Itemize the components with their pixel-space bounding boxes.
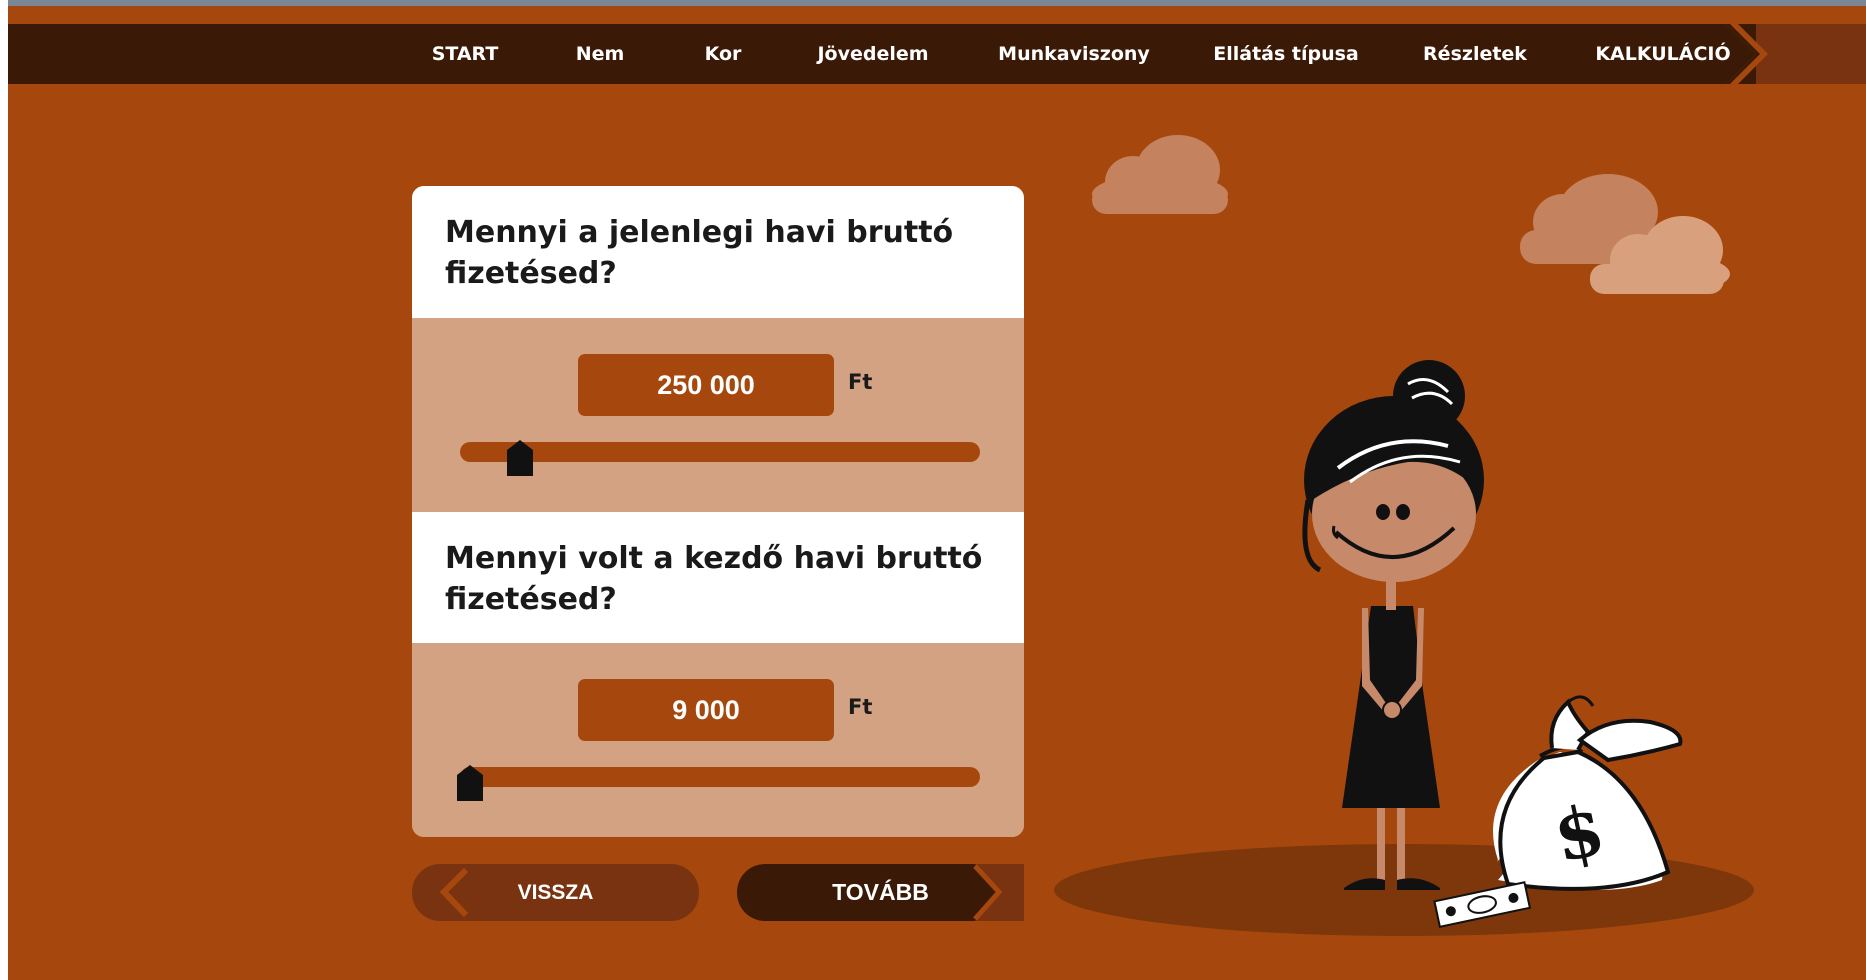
- current-salary-input[interactable]: [578, 354, 834, 416]
- current-salary-slider[interactable]: [460, 440, 980, 476]
- slider-handle[interactable]: [457, 765, 483, 801]
- currency-unit: Ft: [848, 370, 873, 394]
- calculator-app: START Nem Kor Jövedelem Munkaviszony Ell…: [8, 0, 1866, 980]
- question-current-salary: Mennyi a jelenlegi havi bruttó fizetésed…: [412, 186, 1024, 318]
- back-button-label: VISSZA: [517, 881, 594, 904]
- current-salary-controls: Ft: [412, 318, 1024, 512]
- next-button[interactable]: TOVÁBB: [737, 864, 1024, 921]
- woman-illustration: [1302, 360, 1484, 890]
- money-bag-icon: $: [1493, 695, 1683, 891]
- starting-salary-slider[interactable]: [457, 765, 980, 801]
- back-button[interactable]: VISSZA: [412, 864, 699, 921]
- question-title: Mennyi volt a kezdő havi bruttó fizetése…: [445, 541, 983, 617]
- question-title: Mennyi a jelenlegi havi bruttó fizetésed…: [445, 215, 954, 291]
- currency-unit: Ft: [848, 695, 873, 719]
- salary-form-card: Mennyi a jelenlegi havi bruttó fizetésed…: [412, 186, 1024, 837]
- question-starting-salary: Mennyi volt a kezdő havi bruttó fizetése…: [412, 512, 1024, 643]
- next-button-label: TOVÁBB: [832, 879, 929, 905]
- starting-salary-controls: Ft: [412, 643, 1024, 837]
- cloud-icon: [1092, 135, 1228, 214]
- starting-salary-input[interactable]: [578, 679, 834, 741]
- slider-handle[interactable]: [507, 440, 533, 476]
